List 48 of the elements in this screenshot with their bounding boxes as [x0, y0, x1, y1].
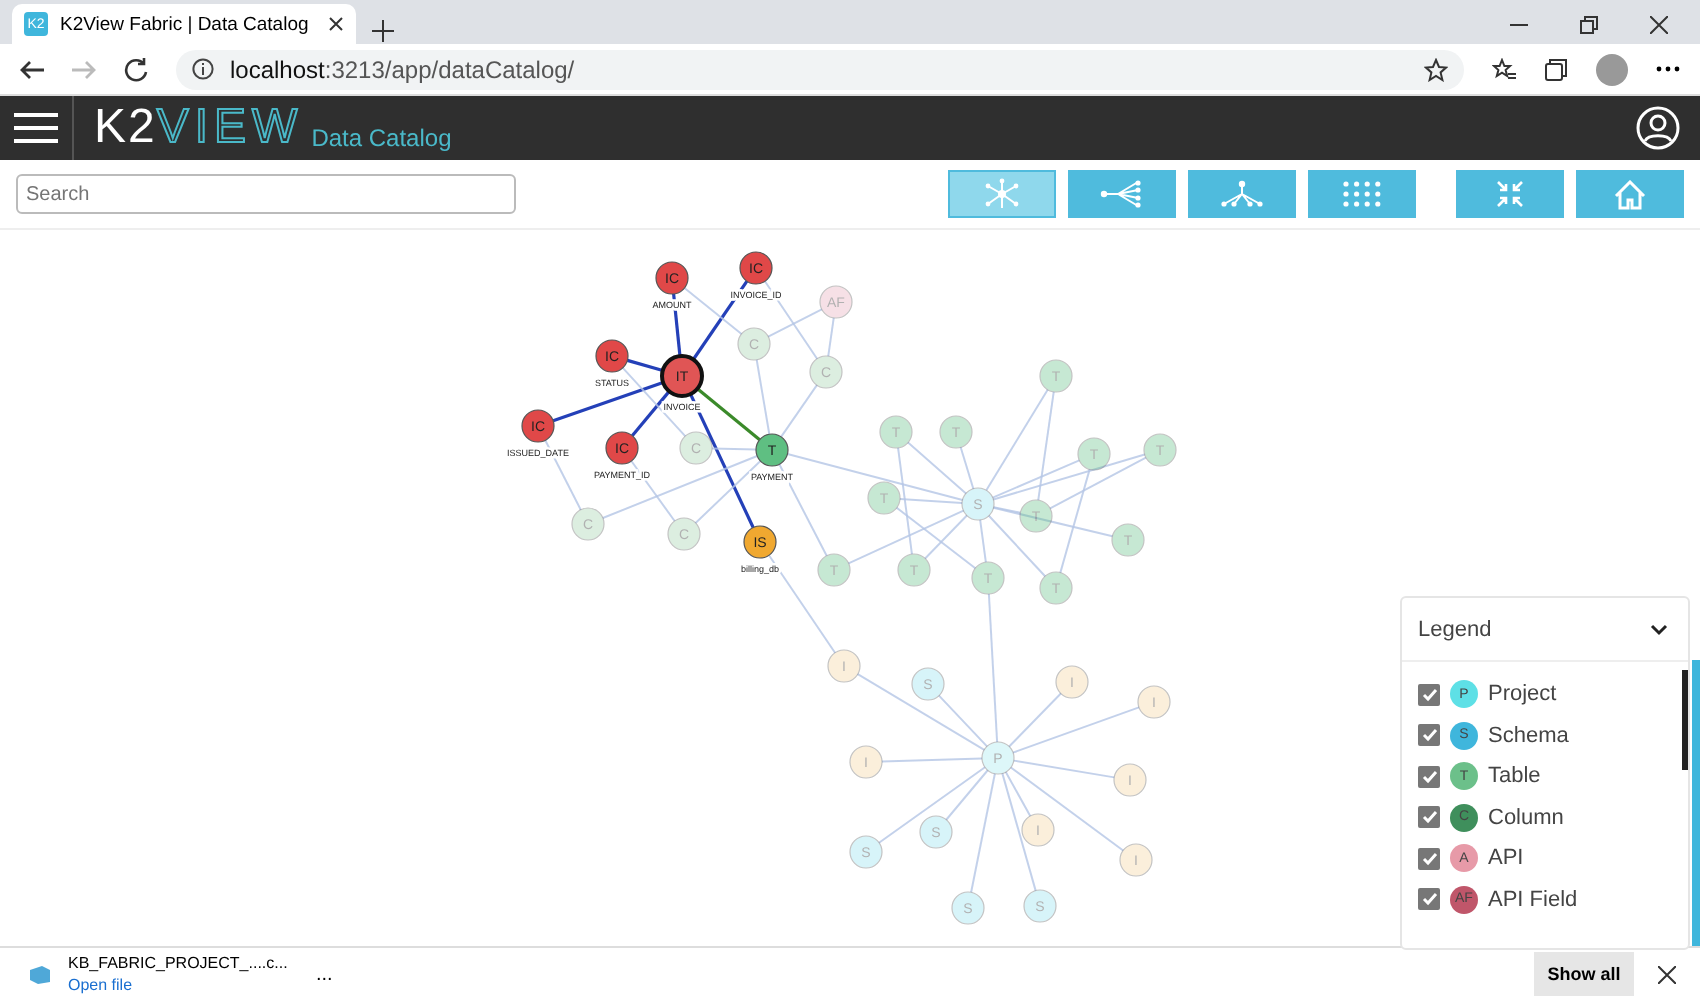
scrollbar: [1682, 670, 1688, 770]
legend-title: Legend: [1418, 617, 1492, 641]
chevron-icon[interactable]: [1650, 623, 1668, 635]
star-network-icon: [982, 178, 1022, 210]
checkbox[interactable]: [1418, 765, 1440, 788]
legend-label: API Field: [1488, 887, 1578, 912]
tree-left-icon: [1100, 180, 1144, 208]
checkbox[interactable]: [1418, 683, 1440, 706]
file-icon: [28, 963, 52, 985]
user-icon[interactable]: [1636, 106, 1680, 150]
more-icon[interactable]: [1656, 66, 1680, 72]
dot-grid-icon: [1342, 180, 1382, 208]
favorites-icon[interactable]: [1492, 57, 1516, 81]
back-arrow-icon[interactable]: [20, 59, 44, 79]
legend-label: Schema: [1488, 723, 1569, 748]
checkbox[interactable]: [1418, 847, 1440, 870]
close-icon[interactable]: [1658, 965, 1676, 983]
menu-icon[interactable]: [14, 112, 58, 144]
address-bar[interactable]: localhost:3213/app/dataCatalog/: [176, 49, 1464, 89]
open-file-link[interactable]: Open file: [68, 974, 288, 996]
new-tab-icon[interactable]: [372, 20, 394, 42]
logo: K2VIEW: [94, 100, 304, 156]
star-icon[interactable]: [1424, 57, 1448, 81]
close-icon[interactable]: [328, 16, 344, 32]
app-title: Data Catalog: [311, 124, 452, 152]
tab-title: K2View Fabric | Data Catalog: [60, 13, 311, 35]
collapse-icon: [1496, 180, 1524, 208]
tree-down-icon: [1220, 180, 1264, 208]
file-name: KB_FABRIC_PROJECT_....c...: [68, 952, 288, 974]
close-icon[interactable]: [1650, 16, 1668, 34]
restore-icon[interactable]: [1580, 16, 1598, 34]
url-host: localhost: [230, 55, 325, 83]
legend-label: Column: [1488, 805, 1564, 830]
checkbox[interactable]: [1418, 888, 1440, 911]
more-button[interactable]: ...: [316, 963, 333, 985]
legend-label: Project: [1488, 682, 1557, 707]
info-icon: [192, 58, 214, 80]
url-path: :3213/app/dataCatalog/: [324, 55, 575, 83]
checkbox[interactable]: [1418, 806, 1440, 829]
legend-label: Table: [1488, 764, 1541, 789]
collections-icon[interactable]: [1544, 57, 1568, 81]
search-field[interactable]: Search: [16, 174, 516, 214]
checkbox[interactable]: [1418, 724, 1440, 747]
legend-label: API: [1488, 846, 1524, 871]
home-icon: [1614, 179, 1646, 209]
reload-icon[interactable]: [124, 57, 148, 81]
profile-avatar[interactable]: [1596, 53, 1628, 85]
show-all-button[interactable]: Show all: [1534, 952, 1634, 996]
